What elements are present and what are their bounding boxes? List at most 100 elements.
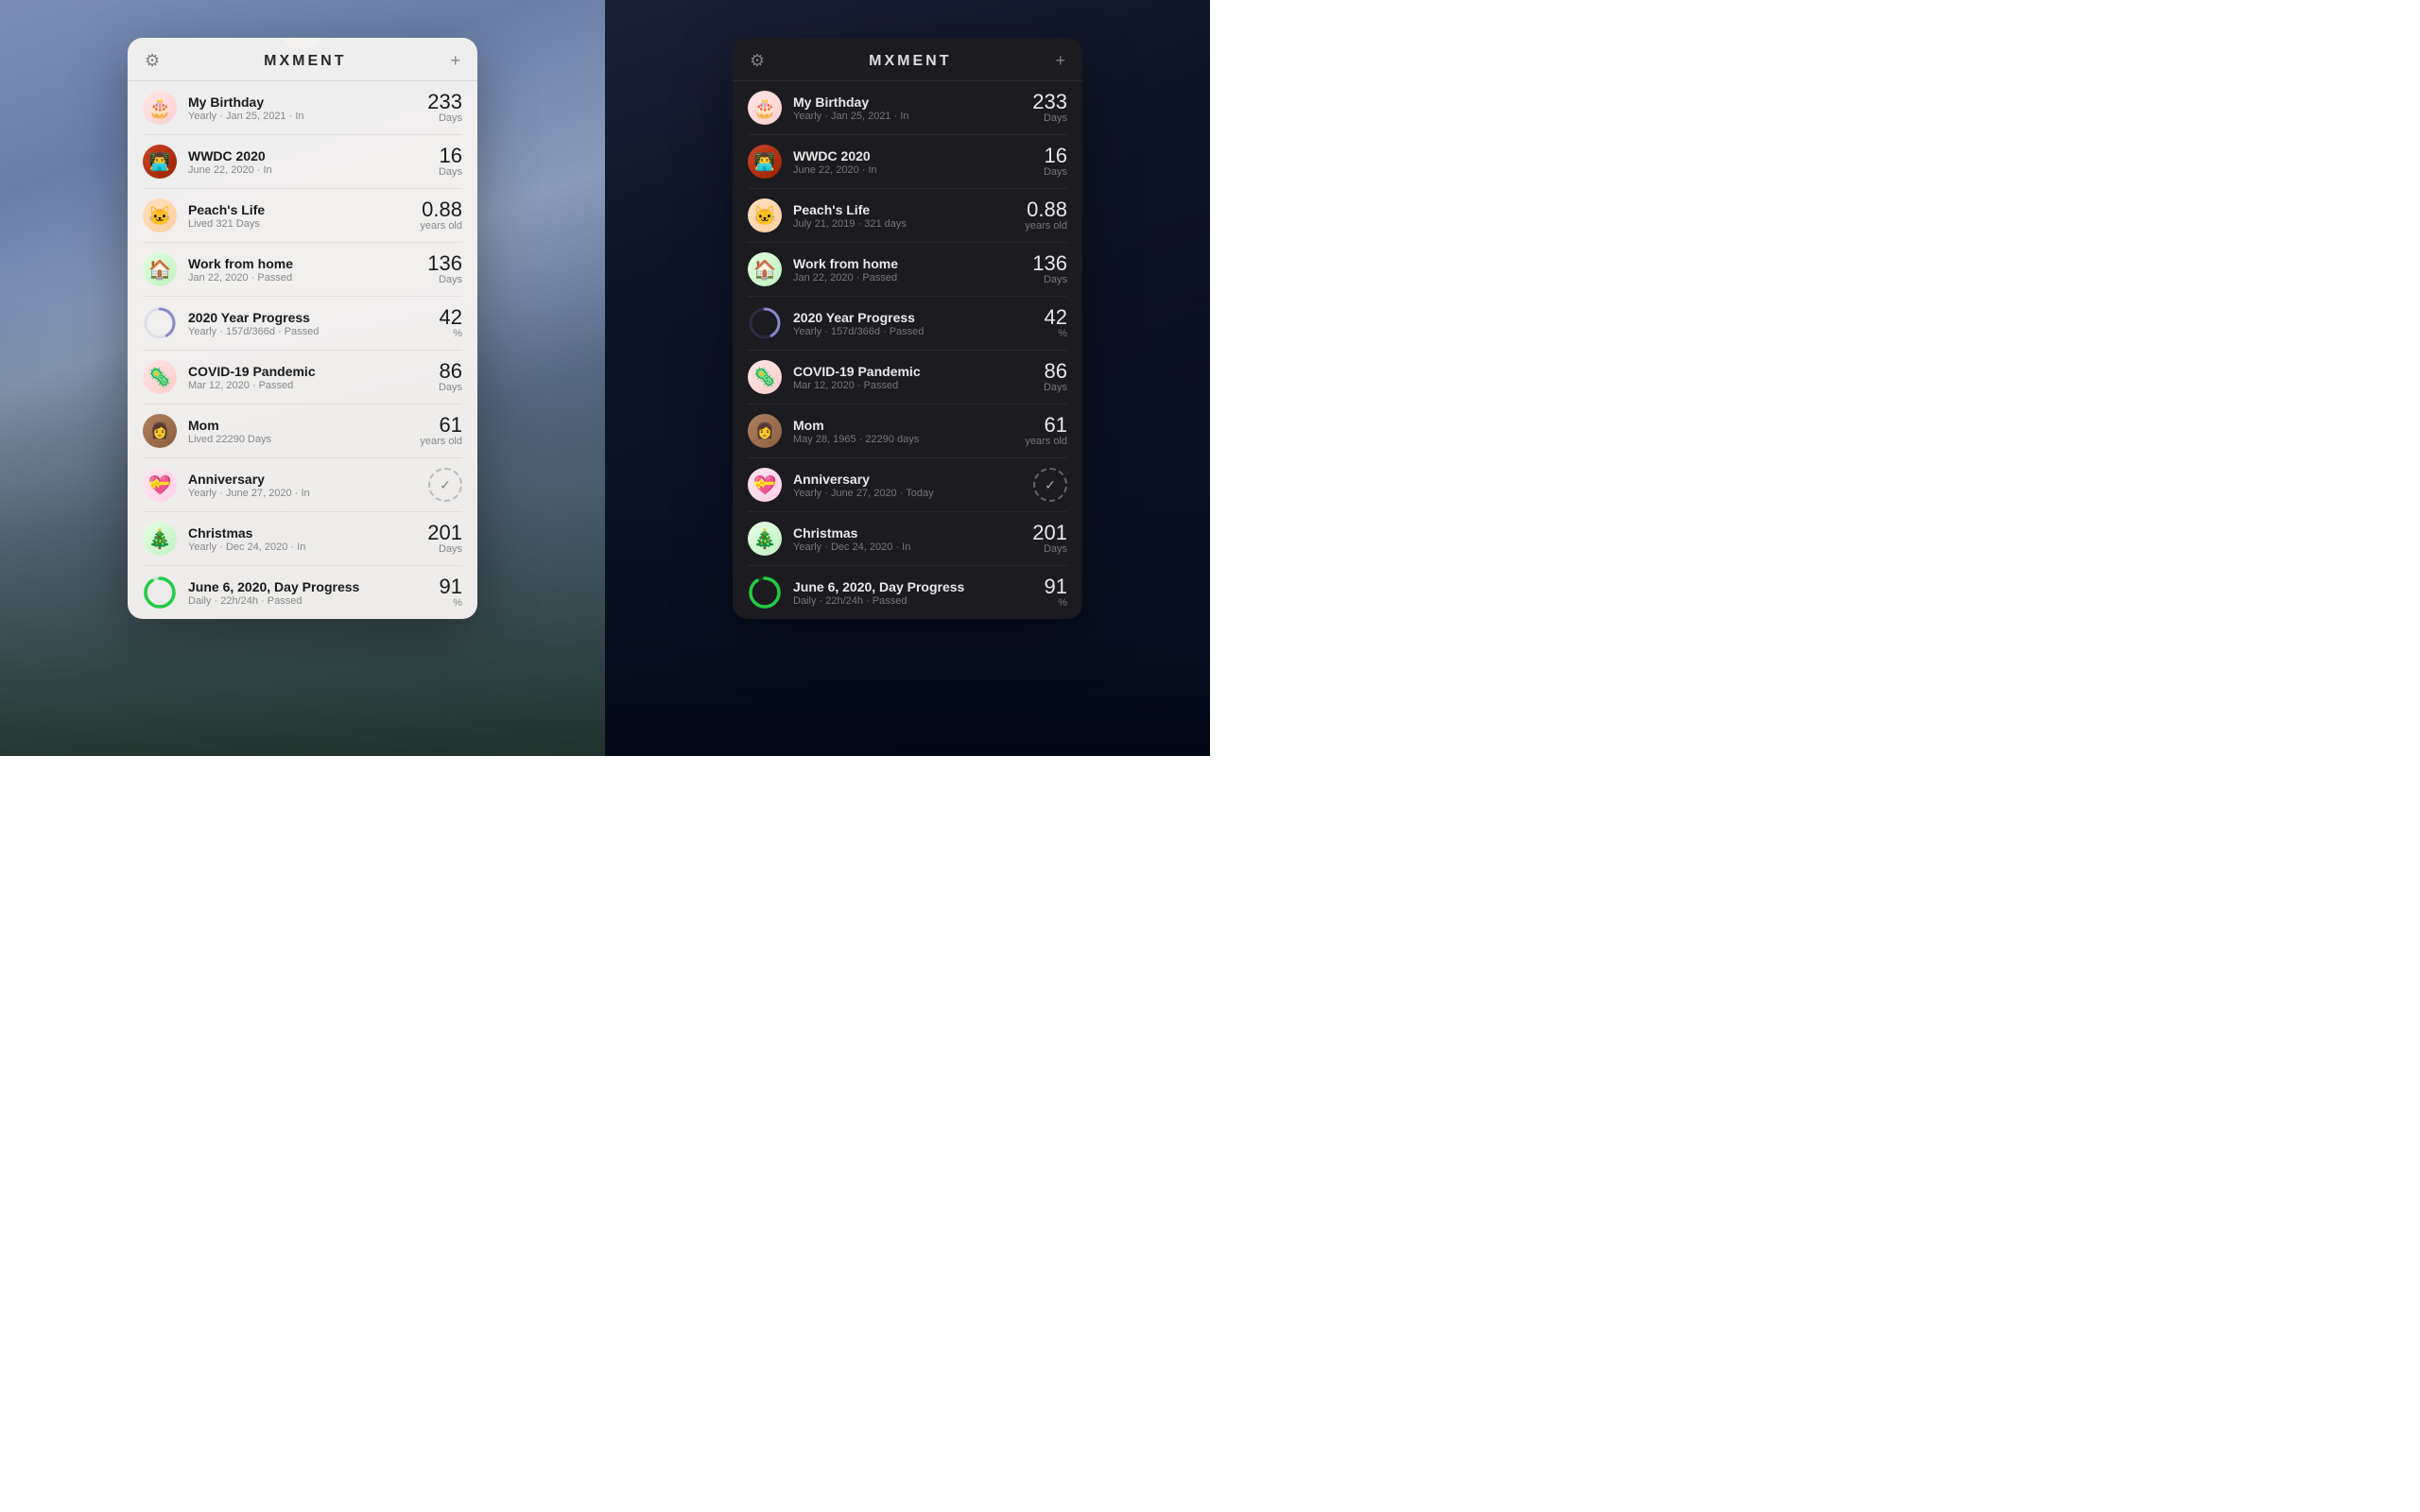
mom-sub: May 28, 1965 · 22290 days xyxy=(793,434,1013,445)
birthday-name: My Birthday xyxy=(188,94,416,110)
peach-value: 0.88 years old xyxy=(1025,199,1067,232)
day-progress-sub: Daily · 22h/24h · Passed xyxy=(188,595,428,607)
dark-widget: ⚙ MXMENT + 🎂 My Birthday Yearly · Jan 25… xyxy=(733,38,1082,619)
covid-number: 86 xyxy=(439,361,462,382)
work-name: Work from home xyxy=(188,256,416,271)
event-row-wwdc[interactable]: 👨‍💻 WWDC 2020 June 22, 2020 · In 16 Days xyxy=(128,135,477,188)
event-row-christmas[interactable]: 🎄 Christmas Yearly · Dec 24, 2020 · In 2… xyxy=(733,512,1082,565)
day-progress-number: 91 xyxy=(1045,576,1067,597)
settings-icon-light[interactable]: ⚙ xyxy=(145,51,160,71)
event-row-year-progress[interactable]: 2020 Year Progress Yearly · 157d/366d · … xyxy=(128,297,477,350)
covid-info: COVID-19 Pandemic Mar 12, 2020 · Passed xyxy=(188,364,427,391)
christmas-number: 201 xyxy=(1032,523,1067,543)
wwdc-info: WWDC 2020 June 22, 2020 · In xyxy=(793,148,1032,176)
event-row-mom[interactable]: 👩 Mom May 28, 1965 · 22290 days 61 years… xyxy=(733,404,1082,457)
app-title-dark: MXMENT xyxy=(869,53,951,70)
work-number: 136 xyxy=(1032,253,1067,274)
event-row-covid[interactable]: 🦠 COVID-19 Pandemic Mar 12, 2020 · Passe… xyxy=(733,351,1082,404)
day-progress-unit: % xyxy=(1045,597,1067,609)
peach-name: Peach's Life xyxy=(793,202,1013,217)
wwdc-number: 16 xyxy=(439,146,462,166)
event-row-anniversary[interactable]: 💝 Anniversary Yearly · June 27, 2020 · T… xyxy=(733,458,1082,511)
birthday-info: My Birthday Yearly · Jan 25, 2021 · In xyxy=(793,94,1021,122)
peach-number: 0.88 xyxy=(1025,199,1067,220)
mom-unit: years old xyxy=(1025,436,1067,447)
day-progress-sub: Daily · 22h/24h · Passed xyxy=(793,595,1033,607)
covid-value: 86 Days xyxy=(1044,361,1067,393)
event-row-covid[interactable]: 🦠 COVID-19 Pandemic Mar 12, 2020 · Passe… xyxy=(128,351,477,404)
mom-info: Mom Lived 22290 Days xyxy=(188,418,408,445)
anniversary-name: Anniversary xyxy=(188,472,417,487)
covid-icon: 🦠 xyxy=(143,360,177,394)
day-progress-value: 91 % xyxy=(440,576,462,609)
mom-value: 61 years old xyxy=(420,415,462,447)
anniversary-emoji-icon: 💝 xyxy=(748,468,782,502)
peach-unit: years old xyxy=(420,220,462,232)
app-title-light: MXMENT xyxy=(264,53,346,70)
event-row-peach[interactable]: 🐱 Peach's Life July 21, 2019 · 321 days … xyxy=(733,189,1082,242)
event-row-anniversary[interactable]: 💝 Anniversary Yearly · June 27, 2020 · I… xyxy=(128,458,477,511)
year-progress-number: 42 xyxy=(440,307,462,328)
birthday-value: 233 Days xyxy=(427,92,462,124)
event-row-work[interactable]: 🏠 Work from home Jan 22, 2020 · Passed 1… xyxy=(128,243,477,296)
work-sub: Jan 22, 2020 · Passed xyxy=(793,272,1021,284)
work-unit: Days xyxy=(1032,274,1067,285)
wwdc-sub: June 22, 2020 · In xyxy=(188,164,427,176)
peach-sub: July 21, 2019 · 321 days xyxy=(793,218,1013,230)
birthday-number: 233 xyxy=(427,92,462,112)
anniversary-emoji-icon: 💝 xyxy=(143,468,177,502)
year-progress-icon xyxy=(748,306,782,340)
year-progress-unit: % xyxy=(440,328,462,339)
peach-info: Peach's Life July 21, 2019 · 321 days xyxy=(793,202,1013,230)
year-progress-sub: Yearly · 157d/366d · Passed xyxy=(188,326,428,337)
anniversary-check-icon: ✓ xyxy=(1033,468,1067,502)
day-progress-unit: % xyxy=(440,597,462,609)
birthday-unit: Days xyxy=(427,112,462,124)
event-list-dark: 🎂 My Birthday Yearly · Jan 25, 2021 · In… xyxy=(733,81,1082,619)
birthday-info: My Birthday Yearly · Jan 25, 2021 · In xyxy=(188,94,416,122)
widget-header-dark: ⚙ MXMENT + xyxy=(733,38,1082,80)
add-icon-light[interactable]: + xyxy=(450,51,460,71)
day-progress-value: 91 % xyxy=(1045,576,1067,609)
covid-name: COVID-19 Pandemic xyxy=(188,364,427,379)
day-progress-number: 91 xyxy=(440,576,462,597)
mom-value: 61 years old xyxy=(1025,415,1067,447)
event-row-work[interactable]: 🏠 Work from home Jan 22, 2020 · Passed 1… xyxy=(733,243,1082,296)
event-row-birthday[interactable]: 🎂 My Birthday Yearly · Jan 25, 2021 · In… xyxy=(128,81,477,134)
event-row-mom[interactable]: 👩 Mom Lived 22290 Days 61 years old xyxy=(128,404,477,457)
wwdc-avatar-icon: 👨‍💻 xyxy=(143,145,177,179)
mom-avatar-icon: 👩 xyxy=(748,414,782,448)
work-number: 136 xyxy=(427,253,462,274)
event-row-peach[interactable]: 🐱 Peach's Life Lived 321 Days 0.88 years… xyxy=(128,189,477,242)
event-row-birthday[interactable]: 🎂 My Birthday Yearly · Jan 25, 2021 · In… xyxy=(733,81,1082,134)
birthday-unit: Days xyxy=(1032,112,1067,124)
anniversary-sub: Yearly · June 27, 2020 · Today xyxy=(793,488,1022,499)
event-row-wwdc[interactable]: 👨‍💻 WWDC 2020 June 22, 2020 · In 16 Days xyxy=(733,135,1082,188)
mom-name: Mom xyxy=(793,418,1013,433)
anniversary-info: Anniversary Yearly · June 27, 2020 · Tod… xyxy=(793,472,1022,499)
event-row-day-progress[interactable]: June 6, 2020, Day Progress Daily · 22h/2… xyxy=(128,566,477,619)
mom-avatar-icon: 👩 xyxy=(143,414,177,448)
year-progress-name: 2020 Year Progress xyxy=(188,310,428,325)
event-row-day-progress[interactable]: June 6, 2020, Day Progress Daily · 22h/2… xyxy=(733,566,1082,619)
year-progress-name: 2020 Year Progress xyxy=(793,310,1033,325)
work-value: 136 Days xyxy=(1032,253,1067,285)
add-icon-dark[interactable]: + xyxy=(1055,51,1065,71)
work-icon: 🏠 xyxy=(748,252,782,286)
settings-icon-dark[interactable]: ⚙ xyxy=(750,51,765,71)
anniversary-check-icon: ✓ xyxy=(428,468,462,502)
year-progress-value: 42 % xyxy=(1045,307,1067,339)
event-row-year-progress[interactable]: 2020 Year Progress Yearly · 157d/366d · … xyxy=(733,297,1082,350)
mom-info: Mom May 28, 1965 · 22290 days xyxy=(793,418,1013,445)
year-progress-value: 42 % xyxy=(440,307,462,339)
covid-icon: 🦠 xyxy=(748,360,782,394)
wwdc-name: WWDC 2020 xyxy=(793,148,1032,163)
birthday-sub: Yearly · Jan 25, 2021 · In xyxy=(188,111,416,122)
christmas-unit: Days xyxy=(427,543,462,555)
day-progress-info: June 6, 2020, Day Progress Daily · 22h/2… xyxy=(793,579,1033,607)
wwdc-info: WWDC 2020 June 22, 2020 · In xyxy=(188,148,427,176)
covid-unit: Days xyxy=(1044,382,1067,393)
wwdc-unit: Days xyxy=(439,166,462,178)
work-value: 136 Days xyxy=(427,253,462,285)
event-row-christmas[interactable]: 🎄 Christmas Yearly · Dec 24, 2020 · In 2… xyxy=(128,512,477,565)
